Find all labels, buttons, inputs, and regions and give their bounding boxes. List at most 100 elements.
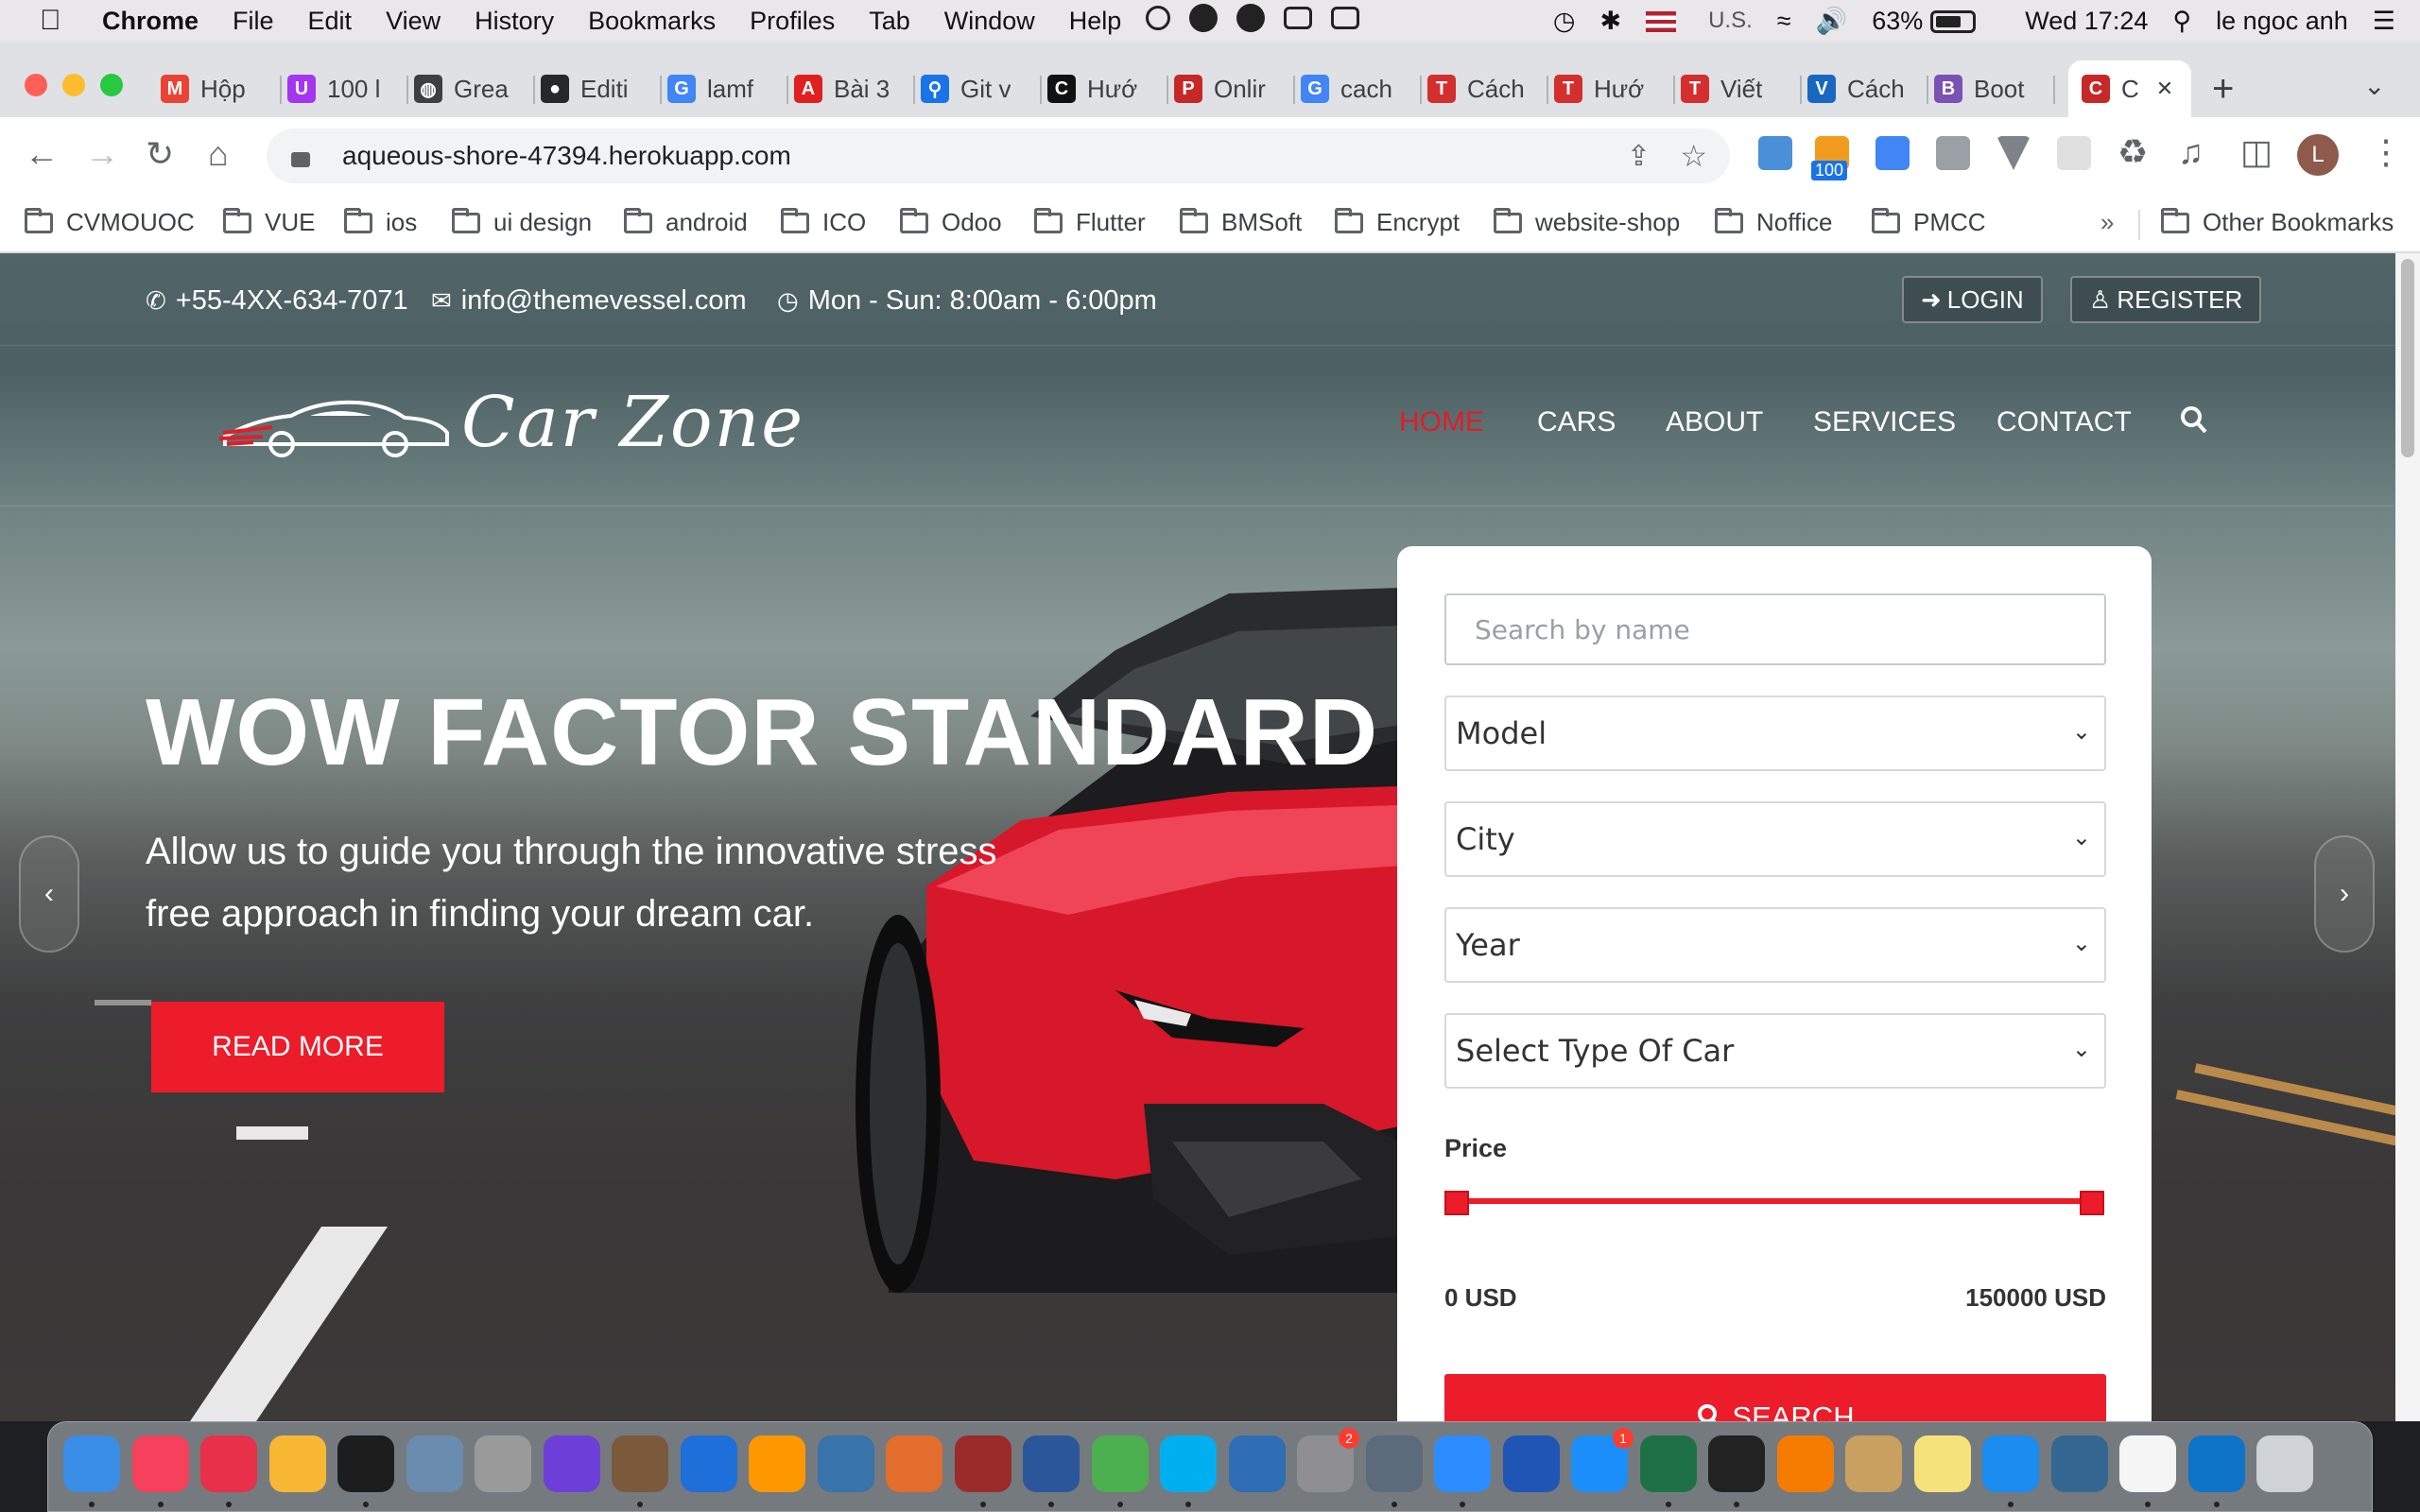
browser-tab[interactable]: B Boot: [1934, 60, 2055, 117]
dock-app-skype-icon[interactable]: [1160, 1435, 1217, 1492]
dock-app-terminal-icon[interactable]: [1708, 1435, 1765, 1492]
nav-services[interactable]: SERVICES: [1813, 406, 1956, 438]
bookmark-folder[interactable]: android: [624, 207, 748, 237]
bluetooth-icon[interactable]: ✱: [1599, 7, 1621, 36]
clock[interactable]: Wed 17:24: [2025, 7, 2148, 36]
dock-app-pycharm-icon[interactable]: [337, 1435, 394, 1492]
control-center-icon[interactable]: ☰: [2373, 7, 2395, 36]
browser-tab[interactable]: ● Editi: [541, 60, 662, 117]
dock-app-chrome-icon[interactable]: [1091, 1435, 1149, 1492]
input-source-label[interactable]: U.S.: [1708, 8, 1753, 34]
nav-cars[interactable]: CARS: [1537, 406, 1616, 438]
dock-app-pgadmin-icon[interactable]: [2050, 1435, 2108, 1492]
bookmark-star-icon[interactable]: ☆: [1680, 138, 1707, 174]
dock-app-python-launcher-icon[interactable]: [817, 1435, 874, 1492]
dock-app-launchpad-icon[interactable]: [1365, 1435, 1423, 1492]
carousel-prev-button[interactable]: ‹: [19, 835, 79, 953]
dock-app-vlc-icon[interactable]: [1776, 1435, 1834, 1492]
browser-tab[interactable]: Glamf: [667, 60, 788, 117]
dock-app-sourcetree-icon[interactable]: [886, 1435, 942, 1492]
dock-app-word-icon[interactable]: [1023, 1435, 1080, 1492]
read-more-button[interactable]: READ MORE: [151, 1002, 444, 1092]
bookmark-folder[interactable]: BMSoft: [1180, 207, 1302, 237]
profile-avatar[interactable]: L: [2297, 134, 2339, 176]
nav-search-icon[interactable]: [2180, 404, 2208, 437]
translate-extension-icon[interactable]: [1876, 136, 1910, 170]
model-select[interactable]: Model ⌄: [1444, 696, 2106, 771]
browser-tab[interactable]: V Cách: [1807, 60, 1928, 117]
forward-icon[interactable]: →: [85, 134, 119, 174]
carousel-next-button[interactable]: ›: [2314, 835, 2375, 953]
user-name[interactable]: le ngoc anh: [2216, 7, 2348, 36]
browser-tab[interactable]: ⚲ Git v: [921, 60, 1042, 117]
dock-app-quicktime-icon[interactable]: [680, 1435, 737, 1492]
bookmark-folder[interactable]: Flutter: [1034, 207, 1146, 237]
menu-history[interactable]: History: [475, 7, 554, 36]
battery-icon[interactable]: [1930, 7, 2000, 36]
bookmark-folder[interactable]: ui design: [452, 207, 592, 237]
dock-app-notes-icon[interactable]: [1913, 1435, 1971, 1492]
browser-tab[interactable]: M Hộp: [161, 60, 282, 117]
menu-bookmarks[interactable]: Bookmarks: [588, 7, 716, 36]
browser-tab[interactable]: U 100 l: [287, 60, 408, 117]
address-bar[interactable]: aqueous-shore-47394.herokuapp.com ⇪ ☆: [267, 129, 1730, 183]
url-text[interactable]: aqueous-shore-47394.herokuapp.com: [342, 141, 791, 171]
browser-tab[interactable]: Gcach: [1301, 60, 1422, 117]
bookmarks-overflow-button[interactable]: »: [2100, 208, 2114, 237]
volume-icon[interactable]: 🔊: [1816, 6, 1848, 36]
search-button[interactable]: SEARCH: [1444, 1374, 2106, 1421]
close-window-button[interactable]: [25, 74, 47, 96]
site-logo-text[interactable]: Car Zone: [461, 382, 804, 463]
email-contact[interactable]: ✉ info@themevessel.com: [431, 285, 747, 317]
dock-app-vs-code-icon[interactable]: [2187, 1435, 2245, 1492]
vue-devtools-icon[interactable]: [1996, 136, 2031, 170]
scrollbar-thumb[interactable]: [2401, 259, 2414, 457]
bookmark-folder[interactable]: Encrypt: [1335, 207, 1460, 237]
browser-tab[interactable]: C Hướ: [1047, 60, 1168, 117]
reload-icon[interactable]: ↻: [146, 134, 174, 174]
home-icon[interactable]: ⌂: [208, 134, 229, 174]
status-dock-icon[interactable]: [1284, 6, 1313, 36]
tab-search-icon[interactable]: ⌄: [2363, 70, 2385, 101]
dock-app-preview-icon[interactable]: [406, 1435, 463, 1492]
menu-window[interactable]: Window: [944, 7, 1035, 36]
dock-app-safari-icon[interactable]: [1982, 1435, 2039, 1492]
page-scrollbar[interactable]: [2395, 253, 2420, 1421]
browser-tab[interactable]: T Cách: [1427, 60, 1548, 117]
extensions-puzzle-icon[interactable]: ♻: [2118, 132, 2148, 172]
bookmark-folder[interactable]: VUE: [223, 207, 315, 237]
search-name-input[interactable]: Search by name: [1444, 593, 2106, 665]
input-source-flag-icon[interactable]: [1646, 7, 1701, 36]
dock-app-photos-icon[interactable]: [268, 1435, 326, 1492]
dock-app-music-icon[interactable]: [131, 1435, 189, 1492]
dock-app-creative-cloud-icon[interactable]: [200, 1435, 257, 1492]
bookmark-folder[interactable]: Noffice: [1715, 207, 1832, 237]
menu-profiles[interactable]: Profiles: [750, 7, 835, 36]
chrome-menu-icon[interactable]: ⋮: [2369, 132, 2403, 172]
browser-tab[interactable]: A Bài 3: [794, 60, 915, 117]
bookmark-folder[interactable]: website-shop: [1494, 207, 1680, 237]
nav-contact[interactable]: CONTACT: [1996, 406, 2132, 438]
menu-edit[interactable]: Edit: [308, 7, 353, 36]
side-panel-icon[interactable]: ◫: [2240, 132, 2273, 172]
price-min-handle[interactable]: [1444, 1191, 1469, 1215]
dock-app-archive-utility-icon[interactable]: [1845, 1435, 1902, 1492]
dock-app-automator-icon[interactable]: [475, 1435, 531, 1492]
other-bookmarks[interactable]: Other Bookmarks: [2161, 207, 2394, 237]
dock-app-excel-icon[interactable]: [1639, 1435, 1697, 1492]
status-circle-icon[interactable]: [1146, 5, 1171, 37]
register-button[interactable]: ♙ REGISTER: [2070, 276, 2262, 323]
status-screen-icon[interactable]: [1331, 6, 1360, 36]
share-icon[interactable]: ⇪: [1627, 140, 1651, 173]
new-tab-button[interactable]: +: [2212, 68, 2234, 111]
back-icon[interactable]: ←: [25, 134, 59, 174]
car-logo-icon[interactable]: [216, 395, 452, 461]
login-button[interactable]: ➜ LOGIN: [1902, 276, 2043, 323]
eyedropper-extension-icon[interactable]: [1758, 136, 1792, 170]
react-devtools-icon[interactable]: [2057, 136, 2091, 170]
bookmark-folder[interactable]: ios: [344, 207, 417, 237]
wifi-icon[interactable]: ≈: [1777, 7, 1791, 36]
car-type-select[interactable]: Select Type Of Car ⌄: [1444, 1013, 2106, 1089]
browser-tab[interactable]: ◍ Grea: [414, 60, 535, 117]
status-app-icon[interactable]: [1189, 3, 1219, 39]
